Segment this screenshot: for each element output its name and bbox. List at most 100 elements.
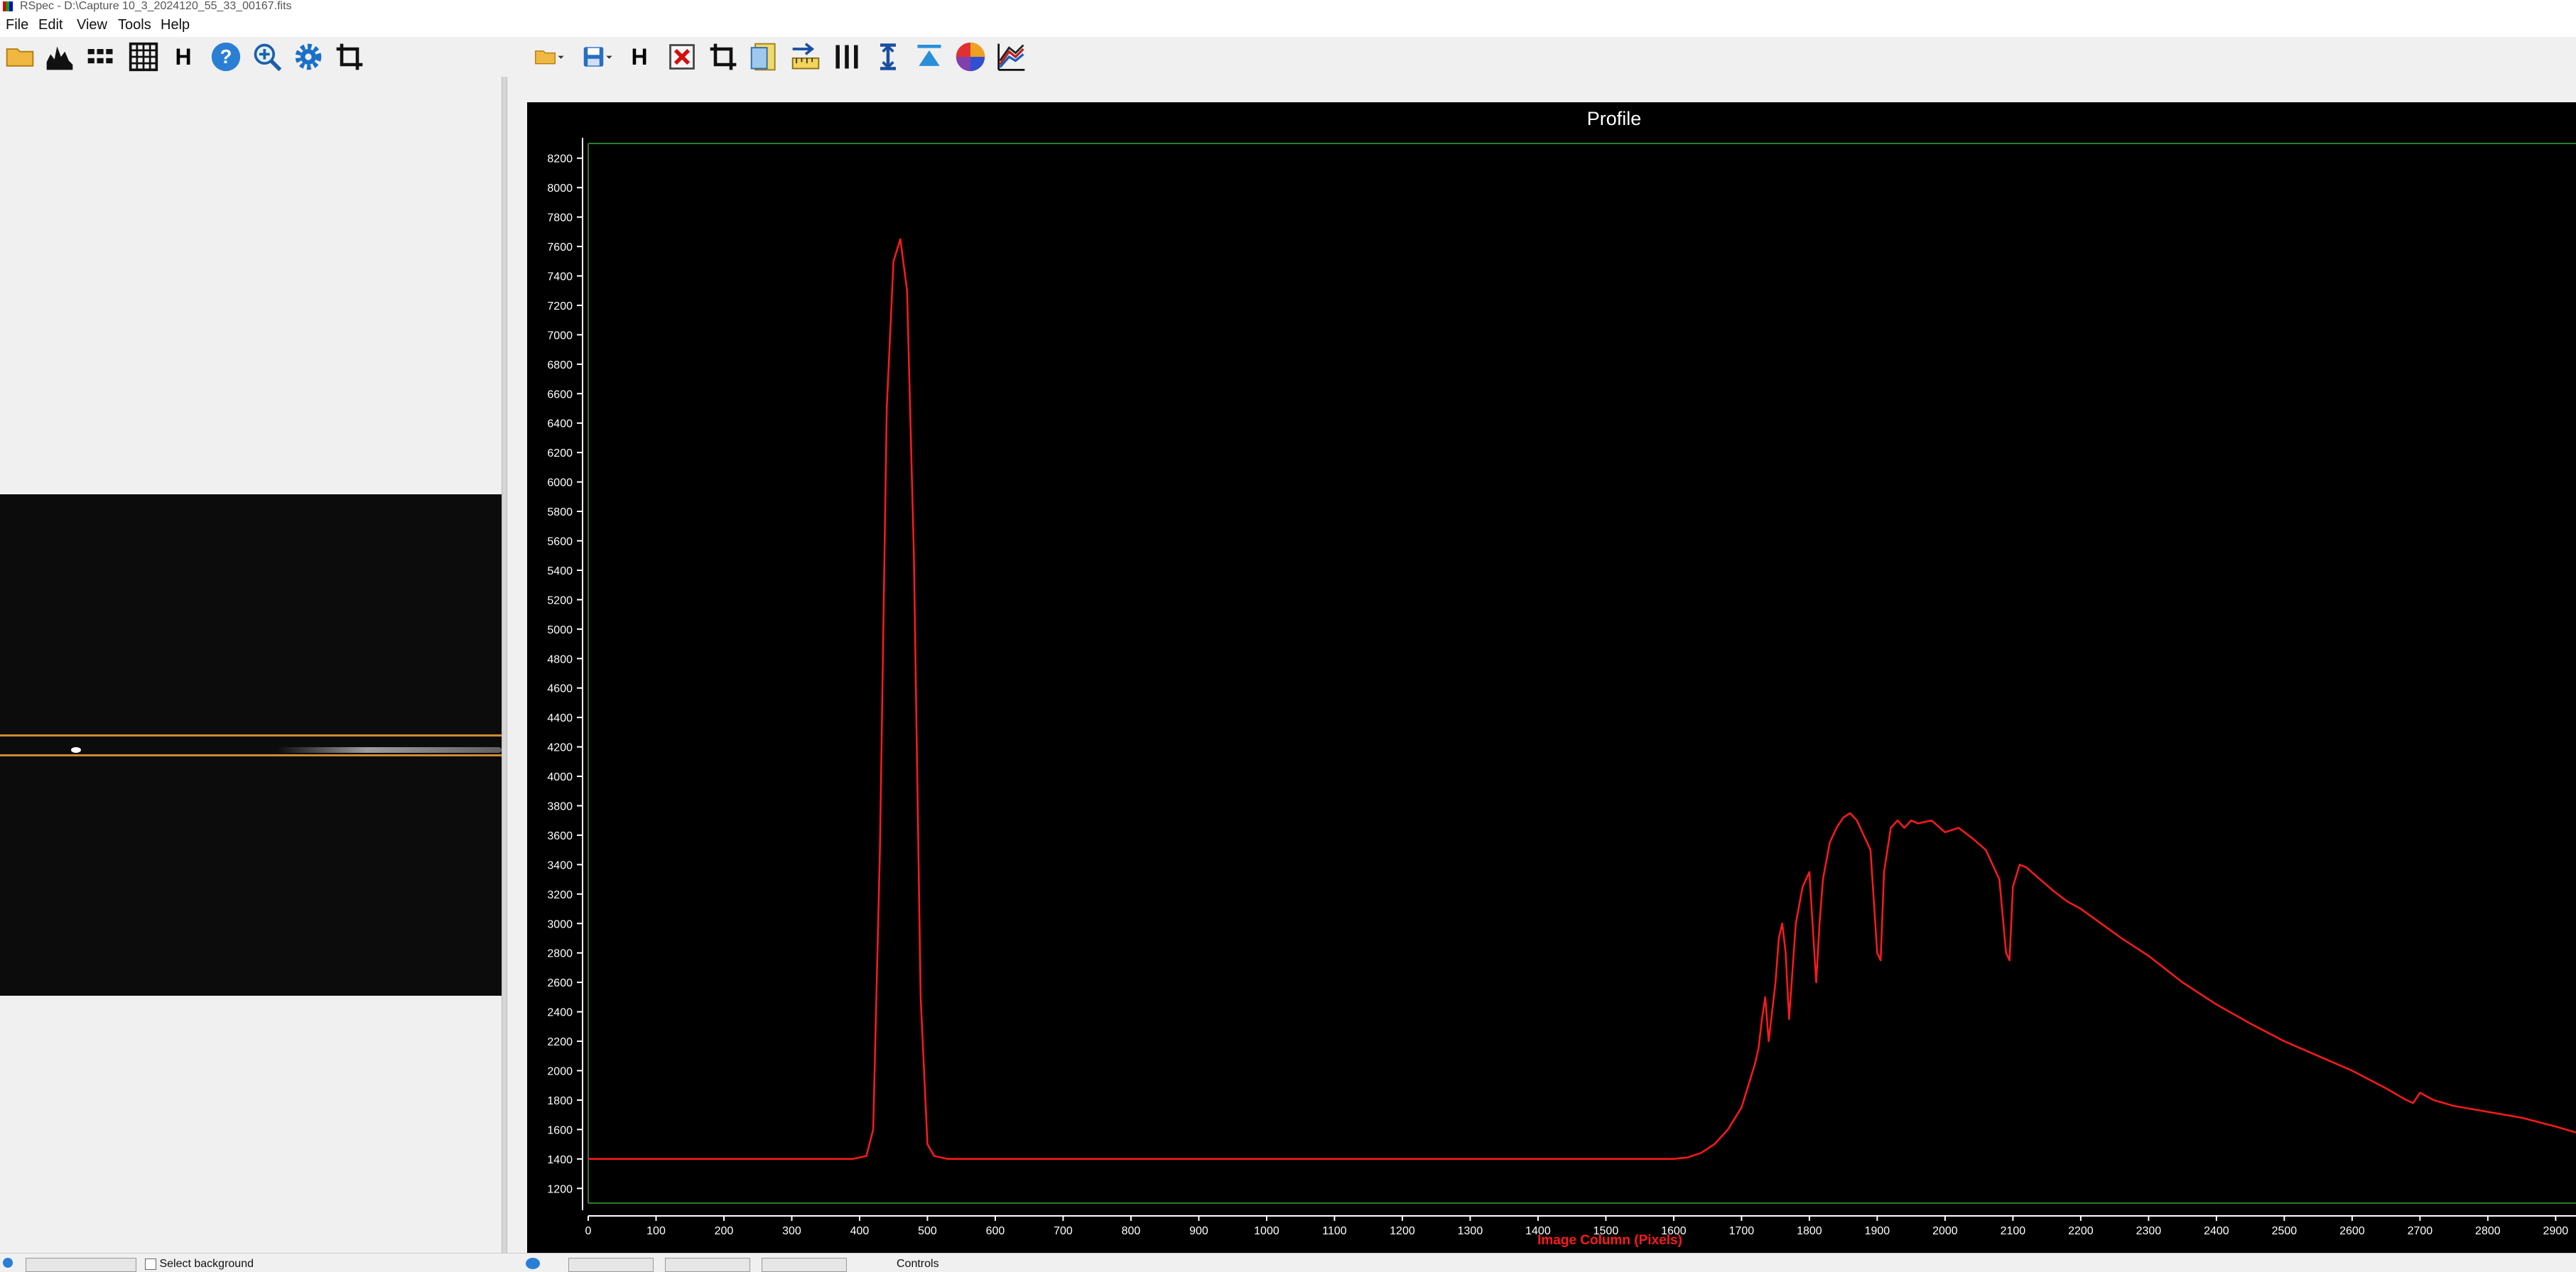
help-icon[interactable] [526,1258,540,1269]
header-button[interactable]: H [622,40,656,74]
x-tick-label-1600: 1600 [1661,1225,1687,1237]
y-tick-label-7200: 7200 [547,300,573,312]
y-tick-label-3800: 3800 [547,801,573,813]
y-tick-label-7400: 7400 [547,271,573,283]
y-tick-label-2400: 2400 [547,1007,573,1019]
image-toolbar: H ? [0,37,502,77]
y-tick-label-5400: 5400 [547,565,573,577]
spectrum-image[interactable] [0,494,502,996]
x-tick-label-1400: 1400 [1525,1225,1551,1237]
y-tick-label-3600: 3600 [547,830,573,842]
x-tick-label-700: 700 [1054,1225,1073,1237]
x-tick-label-1300: 1300 [1458,1225,1483,1237]
bottom-dropdown[interactable] [26,1258,136,1272]
info-icon[interactable] [3,1258,13,1268]
open-folder-icon[interactable] [524,40,574,74]
settings-gear-icon[interactable] [291,40,325,74]
x-tick-label-1800: 1800 [1797,1225,1822,1237]
x-tick-label-0: 0 [585,1225,592,1237]
y-tick-label-6000: 6000 [547,477,573,489]
y-tick-label-5800: 5800 [547,506,573,518]
y-tick-label-8000: 8000 [547,183,573,195]
y-tick-label-5000: 5000 [547,624,573,636]
y-tick-label-5600: 5600 [547,536,573,548]
controls-label: Controls [897,1258,939,1270]
chart-title: Profile [1587,108,1642,129]
color-wheel-icon[interactable] [953,40,987,74]
x-tick-label-1500: 1500 [1593,1225,1619,1237]
x-tick-label-2500: 2500 [2272,1225,2298,1237]
x-tick-label-1700: 1700 [1729,1225,1755,1237]
y-tick-label-4000: 4000 [547,771,573,783]
svg-text:?: ? [220,45,232,67]
bottom-button-1[interactable] [568,1258,654,1272]
profile-chart-svg: Profile Image Column (Pixels) 0 100 200 300… [547,108,2576,1248]
help-icon[interactable]: ? [209,40,243,74]
status-bar: Select background Controls [0,1253,2576,1272]
vertical-measure-icon[interactable] [871,40,905,74]
select-background-label: Select background [159,1258,254,1270]
x-tick-label-2700: 2700 [2408,1225,2433,1237]
menu-edit[interactable]: Edit [38,17,63,33]
bottom-button-3[interactable] [762,1258,847,1272]
y-tick-label-1800: 1800 [547,1095,573,1107]
zero-order-star [71,747,81,753]
stacked-lines-icon[interactable] [995,40,1029,74]
save-disk-icon[interactable] [573,40,622,74]
notes-icon[interactable] [747,40,781,74]
y-tick-label-5200: 5200 [547,594,573,607]
x-tick-label-500: 500 [918,1225,937,1237]
crop-icon[interactable] [706,40,740,74]
x-tick-label-300: 300 [782,1225,801,1237]
x-tick-label-2100: 2100 [2001,1225,2026,1237]
profile-chart[interactable]: Profile Image Column (Pixels) 0 100 200 300… [527,102,2576,1253]
selection-bottom-line[interactable] [0,754,502,756]
y-tick-label-8200: 8200 [547,153,573,165]
x-tick-label-1900: 1900 [1865,1225,1890,1237]
x-tick-label-600: 600 [986,1225,1005,1237]
x-tick-label-100: 100 [646,1225,666,1237]
grid-icon[interactable] [126,40,161,74]
app-icon [3,1,13,11]
x-tick-label-2000: 2000 [1932,1225,1958,1237]
x-tick-label-1000: 1000 [1254,1225,1279,1237]
arrow-up-icon[interactable] [912,40,946,74]
panel-splitter[interactable] [502,77,507,1271]
y-tick-label-3200: 3200 [547,889,573,901]
menu-view[interactable]: View [77,17,107,33]
open-folder-icon[interactable] [3,40,37,74]
y-tick-label-2000: 2000 [547,1066,573,1078]
y-tick-label-7600: 7600 [547,241,573,254]
zoom-in-icon[interactable] [250,40,284,74]
y-tick-label-3400: 3400 [547,859,573,871]
y-tick-label-7000: 7000 [547,330,573,342]
header-button[interactable]: H [166,40,200,74]
menu-tools[interactable]: Tools [118,17,151,33]
y-tick-label-7800: 7800 [547,212,573,224]
x-tick-label-400: 400 [850,1225,870,1237]
y-tick-label-2600: 2600 [547,977,573,989]
delete-icon[interactable] [665,40,699,74]
crop-icon[interactable] [332,40,367,74]
select-background-checkbox-row[interactable]: Select background [145,1258,254,1272]
window-title: RSpec - D:\Capture 10_3_2024120_55_33_00… [20,0,292,12]
y-tick-label-6400: 6400 [547,418,573,430]
y-tick-label-4800: 4800 [547,653,573,665]
image-panel [0,77,502,1271]
histogram-icon[interactable] [43,40,77,74]
y-tick-label-6600: 6600 [547,388,573,401]
x-tick-label-800: 800 [1122,1225,1141,1237]
x-tick-label-200: 200 [715,1225,734,1237]
menu-file[interactable]: File [6,17,28,33]
calibrate-ruler-icon[interactable] [789,40,823,74]
selection-top-line[interactable] [0,734,502,736]
title-bar: RSpec - D:\Capture 10_3_2024120_55_33_00… [0,0,2576,13]
binning-grid-icon[interactable] [84,40,118,74]
first-order-spectrum [277,747,502,753]
y-tick-label-4600: 4600 [547,683,573,695]
menu-help[interactable]: Help [161,17,190,33]
y-tick-label-2200: 2200 [547,1036,573,1048]
bottom-button-2[interactable] [665,1258,750,1272]
vertical-lines-icon[interactable] [830,40,864,74]
select-background-checkbox[interactable] [145,1258,156,1270]
